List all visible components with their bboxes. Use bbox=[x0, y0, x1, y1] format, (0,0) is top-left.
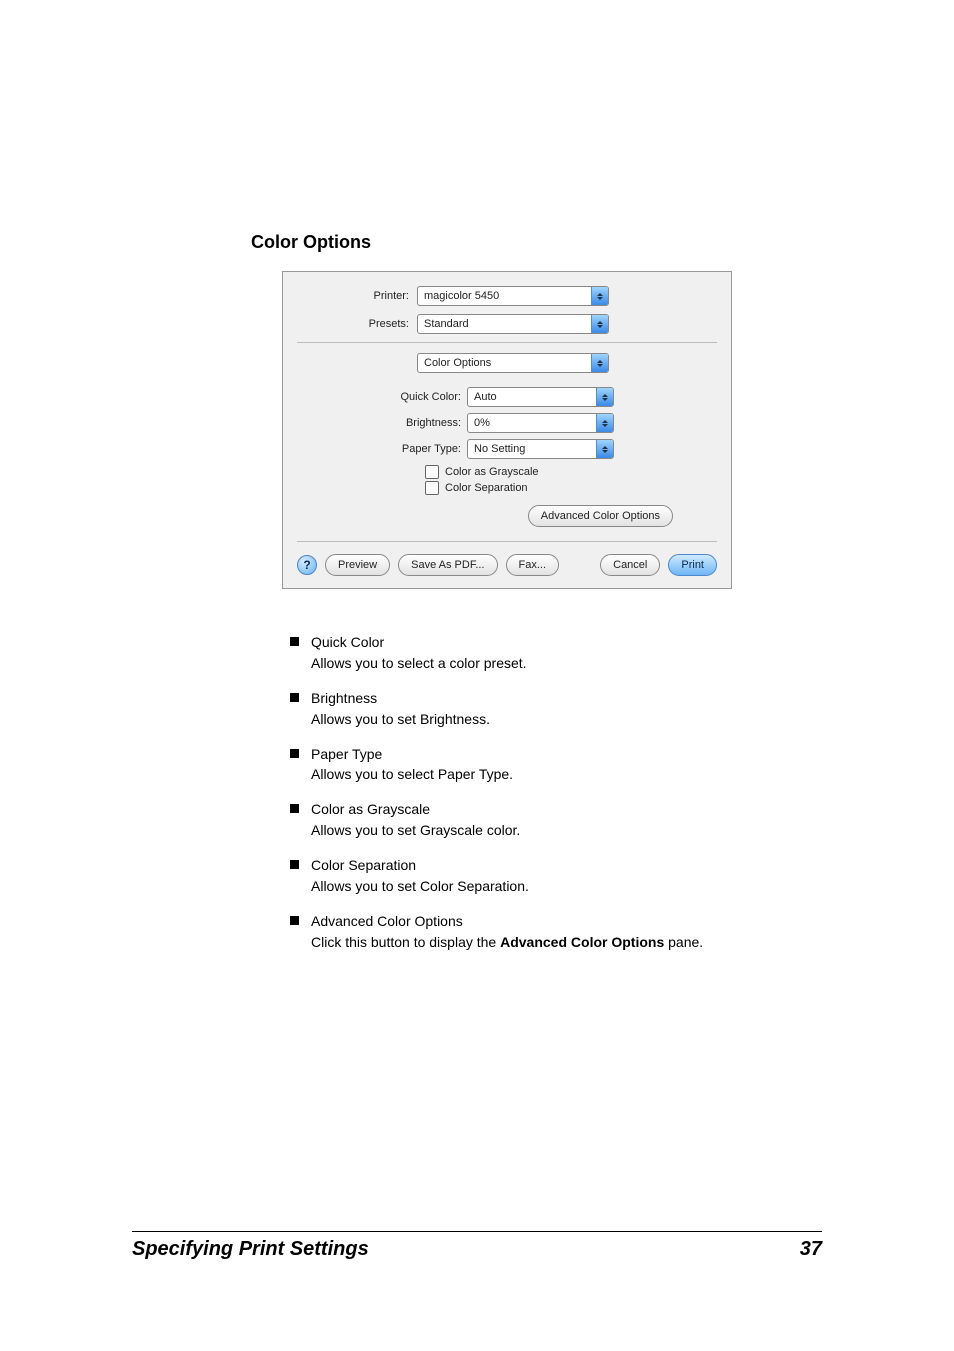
divider bbox=[297, 342, 717, 343]
bullet-title: Brightness bbox=[311, 689, 810, 708]
section-heading: Color Options bbox=[251, 232, 822, 253]
checkbox-icon bbox=[425, 465, 439, 479]
dropdown-arrows-icon bbox=[596, 414, 613, 432]
page-footer: Specifying Print Settings 37 bbox=[132, 1231, 822, 1261]
description-list: Quick Color Allows you to select a color… bbox=[290, 633, 810, 952]
quick-color-popup[interactable]: Auto bbox=[467, 387, 614, 407]
bullet-title: Paper Type bbox=[311, 745, 810, 764]
dropdown-arrows-icon bbox=[596, 440, 613, 458]
paper-type-popup[interactable]: No Setting bbox=[467, 439, 614, 459]
list-item: Brightness Allows you to set Brightness. bbox=[290, 689, 810, 729]
paper-type-value: No Setting bbox=[468, 443, 596, 455]
grayscale-checkbox-label: Color as Grayscale bbox=[445, 466, 539, 478]
dropdown-arrows-icon bbox=[591, 354, 608, 372]
presets-value: Standard bbox=[418, 318, 591, 330]
bullet-icon bbox=[290, 860, 299, 869]
bullet-icon bbox=[290, 749, 299, 758]
advanced-color-options-button[interactable]: Advanced Color Options bbox=[528, 505, 673, 527]
help-icon[interactable]: ? bbox=[297, 555, 317, 575]
bullet-desc: Allows you to set Brightness. bbox=[311, 710, 810, 729]
save-as-pdf-button[interactable]: Save As PDF... bbox=[398, 554, 497, 576]
printer-label: Printer: bbox=[297, 290, 417, 302]
bullet-title: Color as Grayscale bbox=[311, 800, 810, 819]
separation-checkbox-row[interactable]: Color Separation bbox=[425, 481, 717, 495]
bullet-desc: Click this button to display the Advance… bbox=[311, 933, 810, 952]
pane-value: Color Options bbox=[418, 357, 591, 369]
brightness-value: 0% bbox=[468, 417, 596, 429]
dropdown-arrows-icon bbox=[596, 388, 613, 406]
quick-color-value: Auto bbox=[468, 391, 596, 403]
bullet-desc: Allows you to select Paper Type. bbox=[311, 765, 810, 784]
checkbox-icon bbox=[425, 481, 439, 495]
bullet-title: Color Separation bbox=[311, 856, 810, 875]
footer-title: Specifying Print Settings bbox=[132, 1238, 369, 1261]
bullet-icon bbox=[290, 916, 299, 925]
bullet-icon bbox=[290, 693, 299, 702]
dropdown-arrows-icon bbox=[591, 315, 608, 333]
list-item: Quick Color Allows you to select a color… bbox=[290, 633, 810, 673]
fax-button[interactable]: Fax... bbox=[506, 554, 560, 576]
bullet-desc: Allows you to select a color preset. bbox=[311, 654, 810, 673]
preview-button[interactable]: Preview bbox=[325, 554, 390, 576]
bullet-desc: Allows you to set Color Separation. bbox=[311, 877, 810, 896]
paper-type-label: Paper Type: bbox=[389, 443, 467, 455]
presets-popup[interactable]: Standard bbox=[417, 314, 609, 334]
bullet-title: Quick Color bbox=[311, 633, 810, 652]
brightness-label: Brightness: bbox=[389, 417, 467, 429]
bullet-icon bbox=[290, 637, 299, 646]
list-item: Paper Type Allows you to select Paper Ty… bbox=[290, 745, 810, 785]
footer-page-number: 37 bbox=[800, 1238, 822, 1261]
printer-popup[interactable]: magicolor 5450 bbox=[417, 286, 609, 306]
printer-value: magicolor 5450 bbox=[418, 290, 591, 302]
presets-label: Presets: bbox=[297, 318, 417, 330]
dropdown-arrows-icon bbox=[591, 287, 608, 305]
print-button[interactable]: Print bbox=[668, 554, 717, 576]
list-item: Color Separation Allows you to set Color… bbox=[290, 856, 810, 896]
separation-checkbox-label: Color Separation bbox=[445, 482, 528, 494]
list-item: Color as Grayscale Allows you to set Gra… bbox=[290, 800, 810, 840]
bullet-icon bbox=[290, 804, 299, 813]
list-item: Advanced Color Options Click this button… bbox=[290, 912, 810, 952]
grayscale-checkbox-row[interactable]: Color as Grayscale bbox=[425, 465, 717, 479]
quick-color-label: Quick Color: bbox=[389, 391, 467, 403]
bullet-desc: Allows you to set Grayscale color. bbox=[311, 821, 810, 840]
bullet-title: Advanced Color Options bbox=[311, 912, 810, 931]
brightness-popup[interactable]: 0% bbox=[467, 413, 614, 433]
pane-popup[interactable]: Color Options bbox=[417, 353, 609, 373]
cancel-button[interactable]: Cancel bbox=[600, 554, 660, 576]
print-dialog: Printer: magicolor 5450 Presets: Standar… bbox=[282, 271, 732, 589]
